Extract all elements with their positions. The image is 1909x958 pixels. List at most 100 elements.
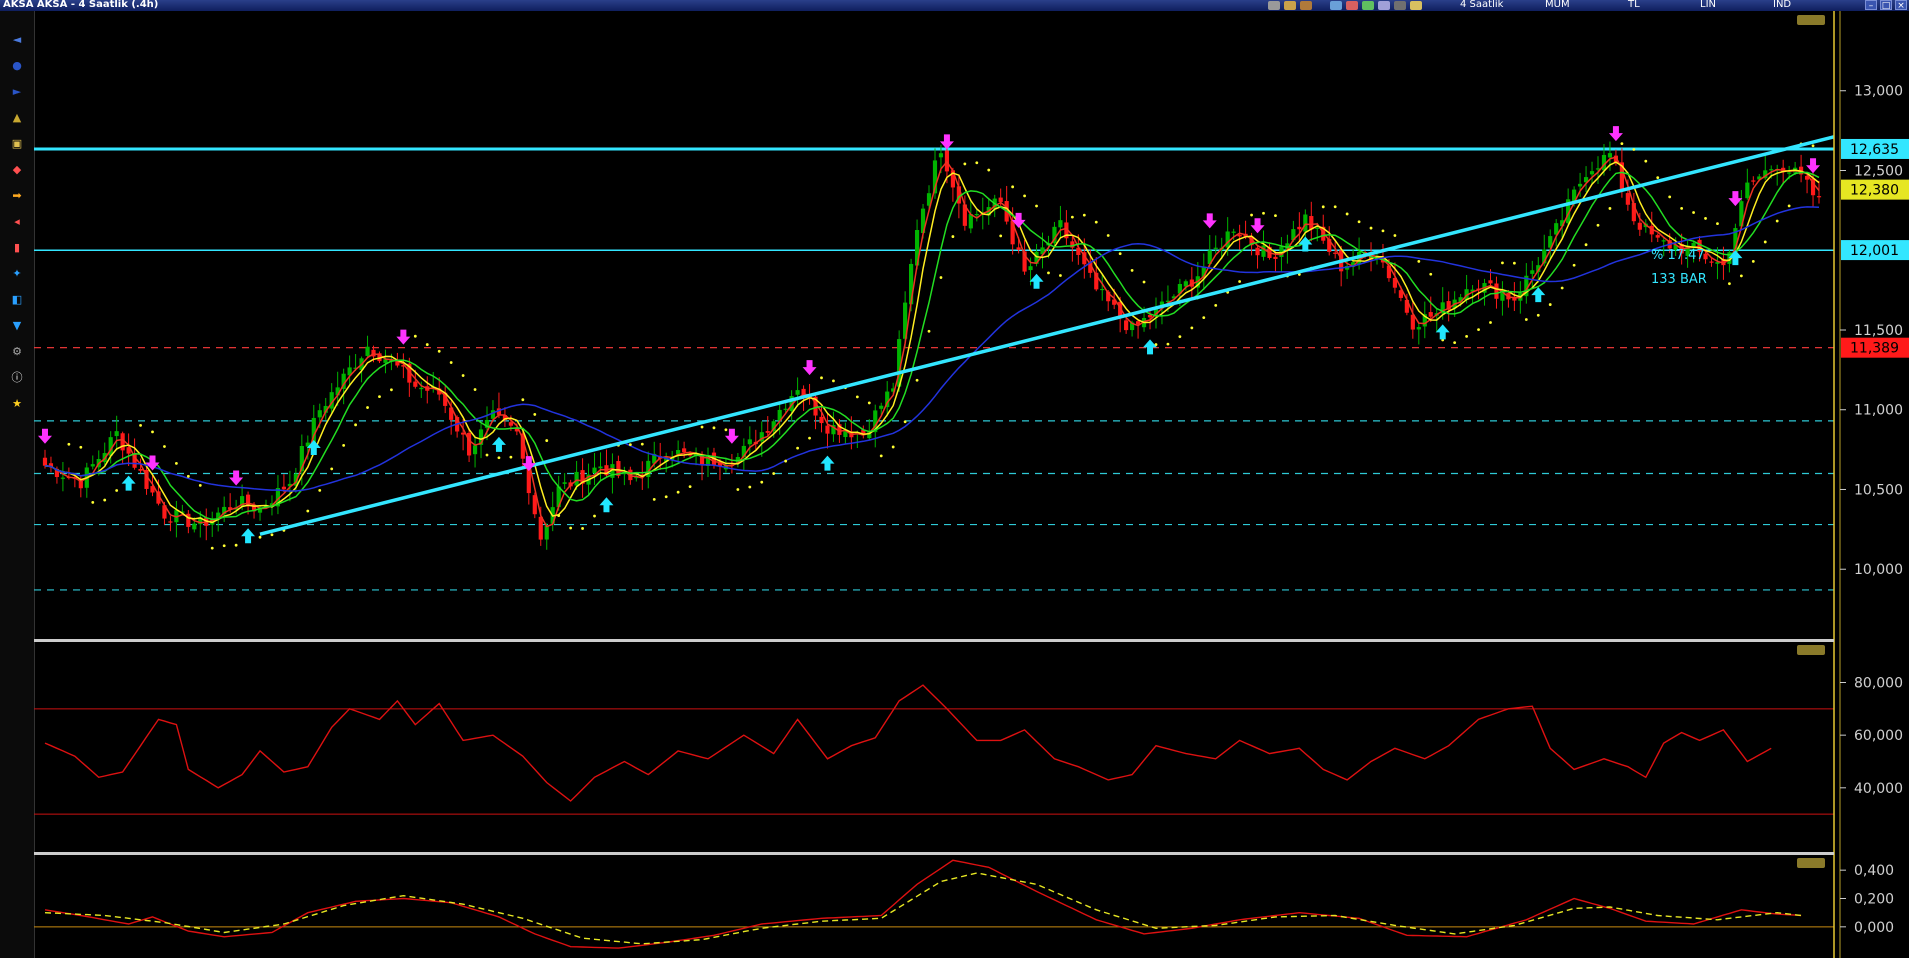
star-icon[interactable]: ★	[4, 397, 30, 410]
sar-dot	[724, 428, 728, 432]
sar-dot	[593, 514, 596, 518]
price-chart[interactable]: 13,000 12,500 11,500 11,000 10,500 10,000 12,6…	[34, 11, 1909, 958]
candle	[1637, 222, 1642, 230]
info-icon[interactable]: ⓘ	[4, 371, 30, 384]
sar-dot	[497, 456, 501, 460]
chart-style-selector[interactable]: MUM	[1545, 0, 1570, 11]
candle	[879, 405, 884, 409]
candle	[472, 445, 478, 455]
sar-dot	[963, 162, 967, 166]
candle	[1315, 227, 1320, 229]
sar-dot	[748, 485, 752, 489]
sar-dot	[640, 442, 644, 446]
candle	[1213, 247, 1218, 249]
sar-dot	[67, 442, 71, 446]
sar-dot	[1393, 234, 1397, 237]
sar-dot	[664, 495, 668, 499]
print-icon[interactable]	[1268, 1, 1280, 10]
grid-icon[interactable]	[1394, 1, 1406, 10]
sar-dot	[330, 467, 334, 471]
sar-dot	[366, 406, 369, 409]
candle	[42, 457, 48, 466]
candle	[413, 381, 418, 387]
macd-signal-line	[44, 872, 1802, 945]
pen-icon[interactable]	[1362, 1, 1374, 10]
sar-dot	[1070, 215, 1074, 219]
zoom-icon[interactable]: ►	[4, 85, 30, 98]
sar-dot	[378, 395, 381, 398]
sar-dot	[413, 334, 417, 338]
sar-dot	[1668, 195, 1672, 199]
sar-dot	[1142, 280, 1146, 284]
percent-change-label: % 17.47	[1651, 248, 1705, 263]
eraser-icon[interactable]: ◂	[4, 215, 30, 228]
arrow-icon[interactable]: ➡	[4, 189, 30, 202]
lock-icon[interactable]: ◧	[4, 293, 30, 306]
sar-dot	[712, 426, 716, 430]
candle	[1607, 153, 1613, 158]
sar-dot	[1202, 316, 1206, 320]
sar-dot	[628, 443, 632, 447]
sar-dot	[354, 423, 357, 427]
sell-arrow-icon	[396, 329, 411, 345]
price-panel	[34, 126, 1835, 591]
period-selector[interactable]: 4 Saatlik	[1460, 0, 1503, 11]
candle	[138, 469, 143, 471]
candle	[1500, 292, 1505, 301]
sar-dot	[425, 343, 429, 346]
sell-arrow-icon	[802, 360, 817, 376]
crosshair-icon[interactable]: ●	[4, 59, 30, 72]
fib-icon[interactable]: ▣	[4, 137, 30, 150]
settings-icon[interactable]: ⚙	[4, 345, 30, 358]
indicator-add-icon[interactable]	[1346, 1, 1358, 10]
sar-dot	[1739, 274, 1743, 278]
cursor-icon[interactable]: ✦	[4, 267, 30, 280]
sar-dot	[163, 445, 166, 448]
sar-dot	[342, 443, 346, 447]
text-icon[interactable]: ◆	[4, 163, 30, 176]
bell-icon[interactable]	[1410, 1, 1422, 10]
sar-dot	[760, 480, 764, 484]
settings-icon[interactable]	[1378, 1, 1390, 10]
buy-arrow-icon	[1143, 339, 1158, 355]
candle	[938, 153, 944, 158]
sar-dot	[1274, 214, 1277, 218]
sar-dot	[975, 161, 979, 165]
sar-dot	[437, 349, 441, 353]
candle	[819, 416, 824, 424]
indicator-menu[interactable]: IND	[1773, 0, 1791, 11]
currency-selector[interactable]: TL	[1628, 0, 1640, 11]
macd-line	[44, 859, 1802, 949]
sar-dot	[557, 514, 561, 518]
candle	[60, 477, 65, 479]
pointer-icon[interactable]: ◄	[4, 33, 30, 46]
sar-dot	[1524, 318, 1528, 321]
draw-line-icon[interactable]: ▲	[4, 111, 30, 124]
save-icon[interactable]	[1284, 1, 1296, 10]
candle	[765, 431, 770, 433]
scale-selector[interactable]: LIN	[1700, 0, 1716, 11]
sar-dot	[879, 454, 883, 458]
magnet-icon[interactable]: ▮	[4, 241, 30, 254]
buy-arrow-icon	[1029, 273, 1044, 289]
moving-average-line	[44, 156, 1820, 528]
sar-dot	[1536, 313, 1540, 317]
chart-type-icon[interactable]	[1330, 1, 1342, 10]
close-icon[interactable]: ×	[1895, 0, 1907, 11]
sar-dot	[1345, 212, 1349, 216]
sar-dot	[1106, 234, 1110, 237]
trash-icon[interactable]: ▼	[4, 319, 30, 332]
sar-dot	[485, 453, 489, 457]
sar-dot	[652, 497, 656, 501]
sar-dot	[1787, 204, 1791, 208]
panel-separator	[34, 852, 1834, 855]
maximize-icon[interactable]: □	[1880, 0, 1892, 11]
sar-dot	[1321, 205, 1325, 209]
candle	[1309, 216, 1314, 230]
candle	[1231, 231, 1236, 233]
sar-dot	[174, 461, 178, 465]
open-icon[interactable]	[1300, 1, 1312, 10]
minimize-icon[interactable]: –	[1865, 0, 1877, 11]
sar-dot	[1333, 205, 1337, 209]
sar-dot	[1357, 220, 1361, 224]
